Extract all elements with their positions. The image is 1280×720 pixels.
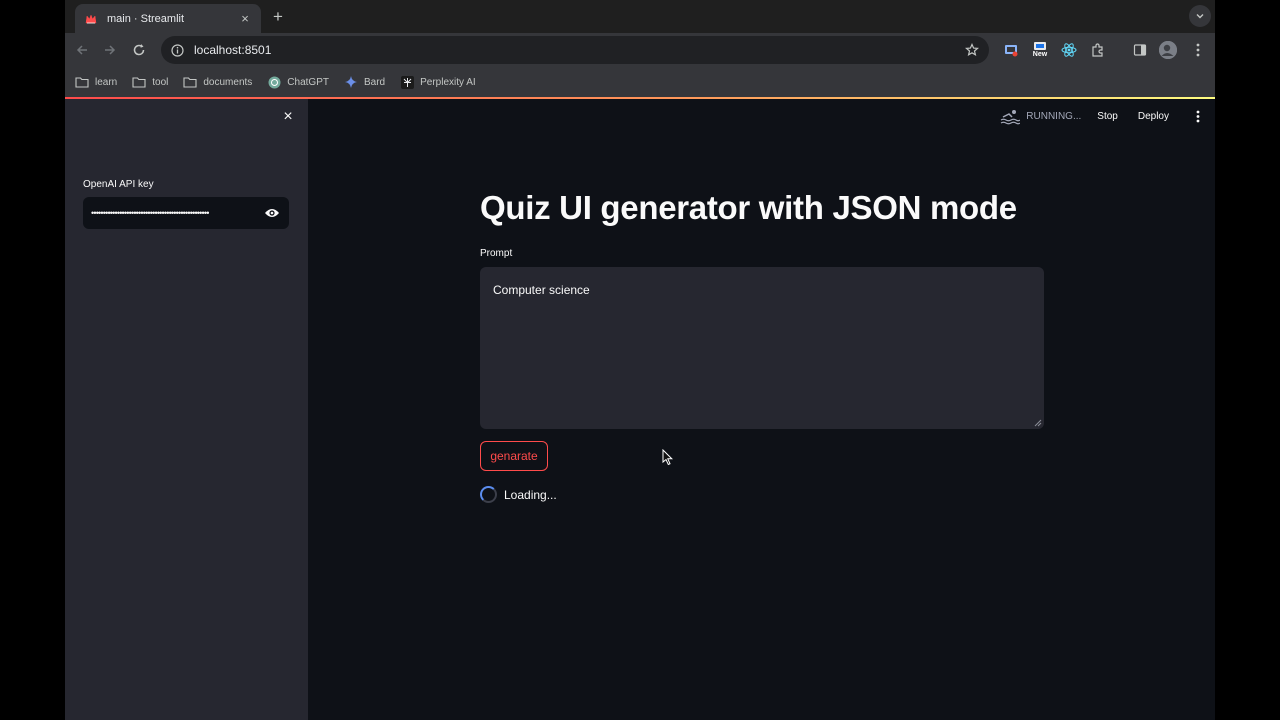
running-status: RUNNING... <box>1000 109 1081 125</box>
tab-strip: main · Streamlit × + <box>65 0 1215 33</box>
sidebar: × OpenAI API key •••••••••••••••••••••••… <box>65 99 308 720</box>
mouse-cursor-icon <box>662 449 674 466</box>
prompt-textarea[interactable]: Computer science <box>480 267 1044 429</box>
running-text: RUNNING... <box>1026 111 1082 122</box>
spinner-icon <box>480 486 497 503</box>
generate-button[interactable]: genarate <box>480 441 548 471</box>
bookmark-label: ChatGPT <box>287 76 329 88</box>
streamlit-app: × OpenAI API key •••••••••••••••••••••••… <box>65 99 1215 720</box>
bookmark-label: tool <box>152 76 169 88</box>
show-password-icon[interactable] <box>263 204 281 222</box>
new-tab-button[interactable]: + <box>267 7 289 29</box>
deploy-button[interactable]: Deploy <box>1138 111 1169 122</box>
bookmark-bard[interactable]: Bard <box>344 75 385 89</box>
bookmark-tool[interactable]: tool <box>132 75 168 89</box>
arrow-right-icon <box>105 45 116 55</box>
browser-window: main · Streamlit × + localhost:8501 New <box>65 0 1215 720</box>
bookmark-label: Bard <box>363 76 386 88</box>
back-button[interactable] <box>70 38 94 62</box>
tab-search-button[interactable] <box>1189 5 1211 27</box>
app-header-actions: RUNNING... Stop Deploy <box>1000 99 1215 134</box>
arrow-left-icon <box>76 45 87 55</box>
address-bar[interactable]: localhost:8501 <box>161 36 989 64</box>
forward-button[interactable] <box>98 38 122 62</box>
bookmark-star-icon[interactable] <box>965 43 979 57</box>
loading-text: Loading... <box>504 487 557 502</box>
bookmark-learn[interactable]: learn <box>75 75 117 89</box>
new-badge: New <box>1032 51 1048 58</box>
api-key-label: OpenAI API key <box>83 179 154 190</box>
bookmark-documents[interactable]: documents <box>183 75 252 89</box>
bookmark-chatgpt[interactable]: ChatGPT <box>267 75 329 89</box>
bard-sparkle-icon <box>344 75 358 89</box>
bookmark-label: documents <box>203 76 253 88</box>
browser-menu-icon[interactable] <box>1188 40 1208 60</box>
profile-avatar[interactable] <box>1159 41 1177 59</box>
perplexity-icon <box>400 75 414 89</box>
bookmark-perplexity[interactable]: Perplexity AI <box>400 75 476 89</box>
main-menu-icon[interactable] <box>1189 108 1207 126</box>
streamlit-crown-icon <box>83 11 99 27</box>
react-devtools-icon[interactable] <box>1059 40 1079 60</box>
tab-title: main · Streamlit <box>107 12 185 25</box>
extensions-puzzle-icon[interactable] <box>1088 40 1108 60</box>
loading-indicator: Loading... <box>480 486 557 503</box>
screencast-extension-icon[interactable] <box>1001 40 1021 60</box>
prompt-label: Prompt <box>480 248 513 259</box>
resize-handle-icon[interactable] <box>1034 419 1042 427</box>
chevron-down-icon <box>1196 14 1204 19</box>
folder-icon <box>183 75 197 89</box>
url-text[interactable]: localhost:8501 <box>194 43 965 57</box>
close-sidebar-icon[interactable]: × <box>280 109 296 125</box>
reload-button[interactable] <box>127 38 151 62</box>
page-title: Quiz UI generator with JSON mode <box>480 189 1017 226</box>
bookmark-label: learn <box>95 76 118 88</box>
reload-icon <box>133 44 145 56</box>
chatgpt-icon <box>267 75 281 89</box>
new-badge-extension-icon[interactable]: New <box>1030 40 1050 60</box>
browser-tab[interactable]: main · Streamlit × <box>75 4 261 33</box>
swimmer-icon <box>1000 109 1021 124</box>
api-key-value[interactable]: ••••••••••••••••••••••••••••••••••••••••… <box>91 208 263 218</box>
api-key-input[interactable]: ••••••••••••••••••••••••••••••••••••••••… <box>83 197 289 229</box>
tab-close-icon[interactable]: × <box>237 11 253 26</box>
bookmark-label: Perplexity AI <box>420 76 476 88</box>
folder-icon <box>75 75 89 89</box>
side-panel-icon[interactable] <box>1130 40 1150 60</box>
browser-toolbar: localhost:8501 New <box>65 33 1215 67</box>
stop-button[interactable]: Stop <box>1097 111 1118 122</box>
site-info-icon[interactable] <box>171 43 184 57</box>
folder-icon <box>132 75 146 89</box>
bookmarks-bar: learn tool documents ChatGPT Bard Perple… <box>65 67 1215 97</box>
